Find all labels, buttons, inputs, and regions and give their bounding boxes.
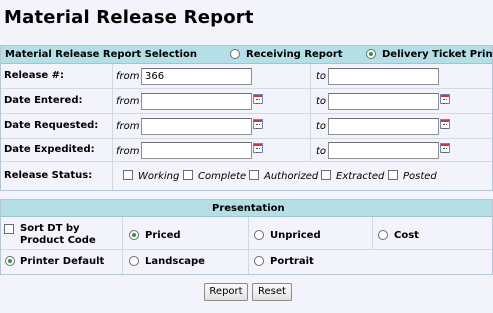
row-divider (1, 161, 492, 162)
row-divider (1, 113, 492, 114)
status-working-checkbox[interactable] (123, 170, 133, 180)
delivery-ticket-print-label: Delivery Ticket Print (382, 49, 493, 60)
sort-by-product-code-checkbox[interactable] (4, 224, 14, 234)
from-label: from (116, 96, 140, 107)
presentation-header-label: Presentation (212, 203, 285, 214)
to-label: to (316, 146, 327, 157)
portrait-label: Portrait (270, 256, 314, 267)
selection-header-label: Material Release Report Selection (5, 49, 197, 60)
cost-label: Cost (394, 230, 419, 241)
printer-default-label: Printer Default (20, 256, 105, 267)
priced-radio[interactable] (129, 230, 139, 240)
col-divider (248, 217, 249, 274)
receiving-report-label: Receiving Report (246, 49, 343, 60)
unpriced-label: Unpriced (270, 230, 321, 241)
portrait-radio[interactable] (254, 256, 264, 266)
status-authorized-label: Authorized (264, 171, 319, 182)
status-complete-label: Complete (198, 171, 247, 182)
col-divider (112, 64, 113, 190)
calendar-icon[interactable] (440, 119, 450, 129)
sort-by-product-code-label: Sort DT by Product Code (20, 223, 96, 246)
date-requested-to-input[interactable] (328, 118, 439, 135)
release-number-to-input[interactable] (328, 68, 439, 85)
cost-radio[interactable] (378, 230, 388, 240)
calendar-icon[interactable] (440, 143, 450, 153)
from-label: from (116, 146, 140, 157)
printer-default-radio[interactable] (5, 256, 15, 266)
status-posted-label: Posted (403, 171, 437, 182)
landscape-radio[interactable] (129, 256, 139, 266)
row-divider (1, 88, 492, 89)
priced-label: Priced (145, 230, 181, 241)
row-divider (1, 249, 492, 250)
release-status-label: Release Status: (4, 170, 93, 181)
status-posted-checkbox[interactable] (388, 170, 398, 180)
to-label: to (316, 121, 327, 132)
receiving-report-radio[interactable] (230, 49, 240, 59)
calendar-icon[interactable] (253, 119, 263, 129)
delivery-ticket-print-radio[interactable] (366, 49, 376, 59)
release-number-from-input[interactable]: 366 (141, 68, 252, 85)
status-extracted-checkbox[interactable] (321, 170, 331, 180)
unpriced-radio[interactable] (254, 230, 264, 240)
to-label: to (316, 71, 327, 82)
to-label: to (316, 96, 327, 107)
report-button[interactable]: Report (204, 283, 248, 301)
date-requested-from-input[interactable] (141, 118, 252, 135)
calendar-icon[interactable] (253, 143, 263, 153)
release-number-label: Release #: (4, 70, 65, 81)
col-divider (310, 64, 311, 161)
row-divider (1, 138, 492, 139)
status-authorized-checkbox[interactable] (249, 170, 259, 180)
calendar-icon[interactable] (440, 94, 450, 104)
date-entered-to-input[interactable] (328, 93, 439, 110)
col-divider (372, 217, 373, 249)
calendar-icon[interactable] (253, 94, 263, 104)
date-expedited-to-input[interactable] (328, 142, 439, 159)
reset-button[interactable]: Reset (252, 283, 292, 301)
col-divider (122, 217, 123, 274)
status-working-label: Working (138, 171, 180, 182)
date-expedited-from-input[interactable] (141, 142, 252, 159)
from-label: from (116, 121, 140, 132)
date-requested-label: Date Requested: (4, 120, 99, 131)
status-complete-checkbox[interactable] (183, 170, 193, 180)
date-expedited-label: Date Expedited: (4, 144, 95, 155)
landscape-label: Landscape (145, 256, 205, 267)
date-entered-from-input[interactable] (141, 93, 252, 110)
from-label: from (116, 71, 140, 82)
date-entered-label: Date Entered: (4, 95, 83, 106)
status-extracted-label: Extracted (336, 171, 385, 182)
page-title: Material Release Report (4, 7, 254, 28)
